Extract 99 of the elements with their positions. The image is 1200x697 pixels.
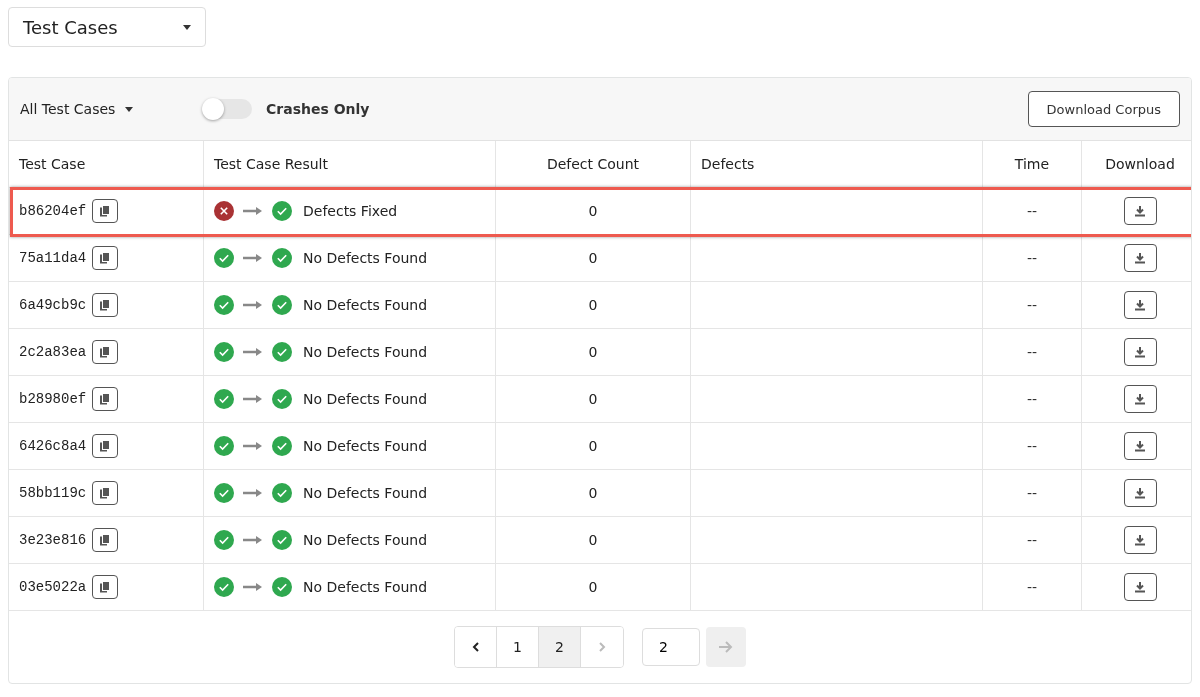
download-icon	[1134, 299, 1146, 311]
column-header: Defects	[690, 141, 983, 188]
test-case-id: b86204ef	[19, 203, 87, 219]
arrow-icon	[243, 441, 263, 451]
table-cell: --	[1026, 297, 1038, 313]
test-case-id: 6a49cb9c	[19, 297, 87, 313]
download-button[interactable]	[1123, 244, 1157, 272]
test-case-id: 75a11da4	[19, 250, 87, 266]
page-button[interactable]: 2	[539, 627, 581, 667]
test-case-id: b28980ef	[19, 391, 87, 407]
table-cell: 0	[588, 391, 598, 407]
test-case-id: 6426c8a4	[19, 438, 87, 454]
copy-button[interactable]	[92, 434, 119, 458]
filter-dropdown[interactable]: All Test Cases	[20, 101, 202, 117]
table-cell: --	[1026, 579, 1038, 595]
download-icon	[1134, 346, 1146, 358]
table-cell: 0	[588, 532, 598, 548]
copy-icon	[99, 252, 112, 264]
test-case-id: 3e23e816	[19, 532, 87, 548]
download-icon	[1134, 534, 1146, 546]
copy-icon	[99, 487, 112, 499]
column-header: Test Case Result	[203, 141, 496, 188]
copy-button[interactable]	[92, 293, 119, 317]
test-case-id: 58bb119c	[19, 485, 87, 501]
copy-icon	[99, 581, 112, 593]
download-button[interactable]	[1123, 432, 1157, 460]
download-icon	[1134, 393, 1146, 405]
table-cell: --	[1026, 485, 1038, 501]
copy-icon	[99, 205, 112, 217]
caret-icon	[125, 106, 134, 112]
table-cell: 0	[588, 485, 598, 501]
column-header: Time	[982, 141, 1082, 188]
result-text: No Defects Found	[303, 297, 428, 313]
download-icon	[1134, 440, 1146, 452]
table-cell: --	[1026, 391, 1038, 407]
copy-icon	[99, 299, 112, 311]
result-text: No Defects Found	[303, 438, 428, 454]
column-header: Test Case	[9, 141, 204, 188]
test-case-id: 2c2a83ea	[19, 344, 87, 360]
download-icon	[1134, 205, 1146, 217]
download-button[interactable]	[1123, 573, 1157, 601]
toggle-switch[interactable]	[202, 99, 252, 119]
copy-button[interactable]	[92, 528, 119, 552]
arrow-icon	[243, 394, 263, 404]
arrow-icon	[243, 206, 263, 216]
download-icon	[1134, 252, 1146, 264]
arrow-icon	[243, 582, 263, 592]
table-cell: --	[1026, 344, 1038, 360]
download-button[interactable]	[1123, 479, 1157, 507]
copy-button[interactable]	[92, 199, 119, 223]
result-text: No Defects Found	[303, 391, 428, 407]
table-cell: 0	[588, 250, 598, 266]
copy-icon	[99, 534, 112, 546]
copy-icon	[99, 440, 112, 452]
copy-button[interactable]	[92, 481, 119, 505]
column-header: Defect Count	[495, 141, 691, 188]
table-cell: 0	[588, 297, 598, 313]
arrow-icon	[243, 535, 263, 545]
arrow-icon	[243, 253, 263, 263]
copy-icon	[99, 346, 112, 358]
arrow-right-icon	[719, 641, 733, 653]
table-cell: 0	[588, 579, 598, 595]
result-text: No Defects Found	[303, 250, 428, 266]
table-cell: --	[1026, 203, 1038, 219]
result-text: Defects Fixed	[303, 203, 398, 219]
result-text: No Defects Found	[303, 532, 428, 548]
download-button[interactable]	[1123, 197, 1157, 225]
table-cell: --	[1026, 532, 1038, 548]
download-button[interactable]	[1123, 338, 1157, 366]
download-icon	[1134, 581, 1146, 593]
result-text: No Defects Found	[303, 485, 428, 501]
download-button[interactable]	[1123, 526, 1157, 554]
result-text: No Defects Found	[303, 579, 428, 595]
table-cell: --	[1026, 438, 1038, 454]
arrow-icon	[243, 300, 263, 310]
table-cell: 0	[588, 438, 598, 454]
download-icon	[1134, 487, 1146, 499]
column-header: Download	[1081, 141, 1191, 188]
result-text: No Defects Found	[303, 344, 428, 360]
test-case-id: 03e5022a	[19, 579, 87, 595]
copy-button[interactable]	[92, 246, 119, 270]
page-number-field[interactable]: 2	[642, 628, 700, 666]
toggle-label: Crashes Only	[266, 101, 370, 117]
caret-icon	[183, 24, 191, 30]
download-button[interactable]	[1123, 291, 1157, 319]
view-select[interactable]: Test Cases	[8, 7, 206, 47]
copy-icon	[99, 393, 112, 405]
table-cell: --	[1026, 250, 1038, 266]
chevron-right-icon	[598, 642, 606, 652]
copy-button[interactable]	[92, 387, 119, 411]
table-cell: 0	[588, 203, 598, 219]
chevron-left-icon	[471, 642, 480, 652]
arrow-icon	[243, 488, 263, 498]
download-corpus-button[interactable]: Download Corpus	[1027, 91, 1180, 127]
arrow-icon	[243, 347, 263, 357]
copy-button[interactable]	[92, 340, 119, 364]
copy-button[interactable]	[92, 575, 119, 599]
table-cell: 0	[588, 344, 598, 360]
download-button[interactable]	[1123, 385, 1157, 413]
